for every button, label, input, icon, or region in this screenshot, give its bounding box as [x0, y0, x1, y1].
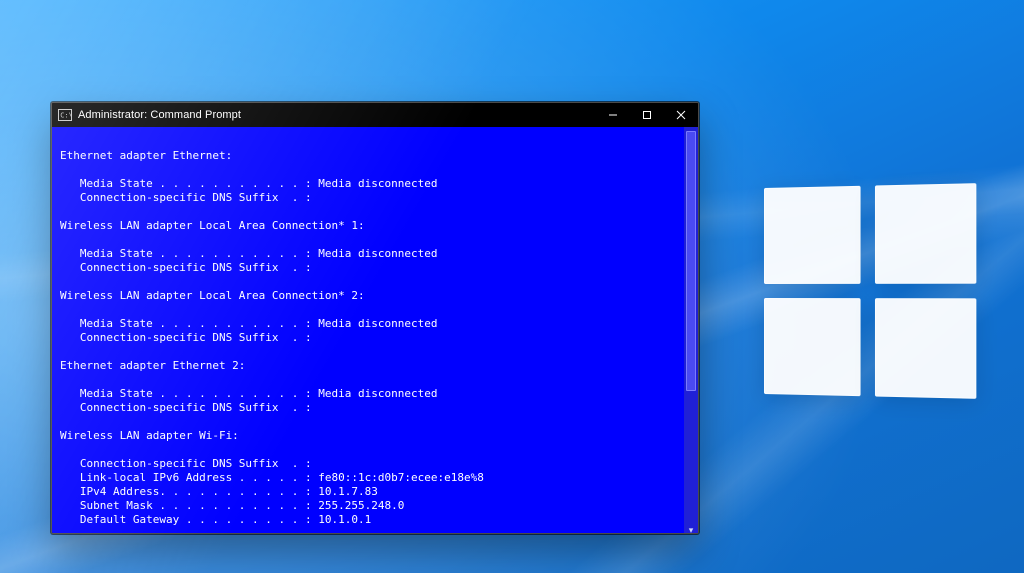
svg-text:C:\: C:\ — [60, 112, 72, 120]
terminal-body[interactable]: Ethernet adapter Ethernet: Media State .… — [52, 127, 684, 534]
minimize-button[interactable] — [596, 103, 630, 127]
close-button[interactable] — [664, 103, 698, 127]
window-title: Administrator: Command Prompt — [78, 109, 241, 121]
windows-logo-icon — [764, 183, 976, 399]
terminal-scrollbar[interactable]: ▴ ▾ — [684, 127, 698, 534]
maximize-button[interactable] — [630, 103, 664, 127]
command-prompt-window: C:\ Administrator: Command Prompt Ethern… — [51, 102, 699, 534]
terminal-output: Ethernet adapter Ethernet: Media State .… — [60, 135, 676, 527]
cmd-icon: C:\ — [58, 109, 72, 121]
scrollbar-thumb[interactable] — [686, 131, 696, 391]
desktop-wallpaper: C:\ Administrator: Command Prompt Ethern… — [0, 0, 1024, 573]
window-titlebar[interactable]: C:\ Administrator: Command Prompt — [52, 103, 698, 127]
scroll-down-arrow[interactable]: ▾ — [684, 523, 698, 534]
